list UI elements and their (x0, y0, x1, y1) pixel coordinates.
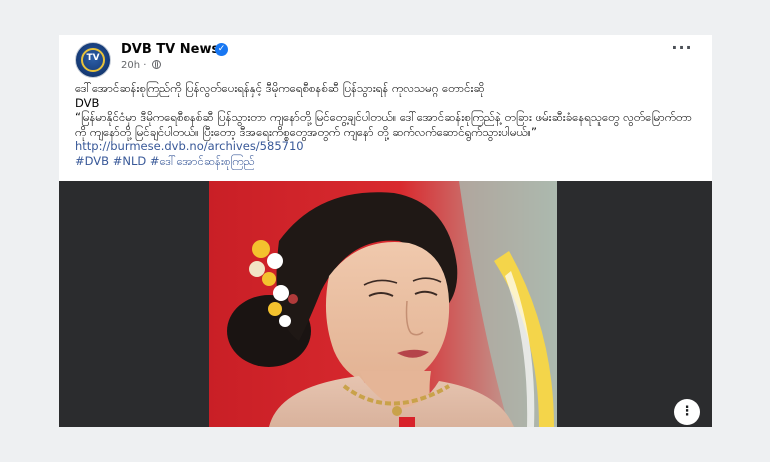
post-source: DVB (75, 95, 100, 110)
avatar-logo-text: TV (86, 53, 100, 63)
photo-more-icon[interactable]: ⋮ (674, 399, 700, 425)
post-link[interactable]: http://burmese.dvb.no/archives/585710 (75, 139, 700, 154)
post-headline: ဒေါ်အောင်ဆန်းစုကြည်ကို ပြန်လွတ်ပေးရန်နှင… (75, 81, 485, 95)
portrait-image (209, 181, 557, 427)
post-photo[interactable]: ⋮ (59, 181, 712, 427)
more-options-icon[interactable]: ··· (670, 40, 694, 61)
globe-icon (151, 60, 161, 69)
post-body: ဒေါ်အောင်ဆန်းစုကြည်ကို ပြန်လွတ်ပေးရန်နှင… (75, 81, 700, 168)
post-meta: 20h · (121, 60, 161, 71)
verified-check-icon: ✓ (215, 43, 228, 56)
post-hashtags[interactable]: #DVB #NLD #ဒေါ်အောင်ဆန်းစုကြည် (75, 154, 700, 169)
facebook-post-card: TV DVB TV News ✓ 20h · ··· ဒေါ်အောင်ဆန်း… (59, 35, 712, 427)
page-avatar[interactable]: TV (75, 42, 111, 78)
screenshot-frame: TV DVB TV News ✓ 20h · ··· ဒေါ်အောင်ဆန်း… (0, 0, 770, 462)
page-name-link[interactable]: DVB TV News (121, 42, 219, 57)
portrait-illustration (209, 181, 557, 427)
meta-separator: · (143, 60, 150, 71)
post-header: TV DVB TV News ✓ 20h · ··· (59, 35, 712, 78)
post-timestamp[interactable]: 20h (121, 60, 140, 71)
post-quote: “မြန်မာနိုင်ငံမှာ ဒီမိုကရေစီစနစ်ဆီ ပြန်သ… (75, 110, 692, 139)
